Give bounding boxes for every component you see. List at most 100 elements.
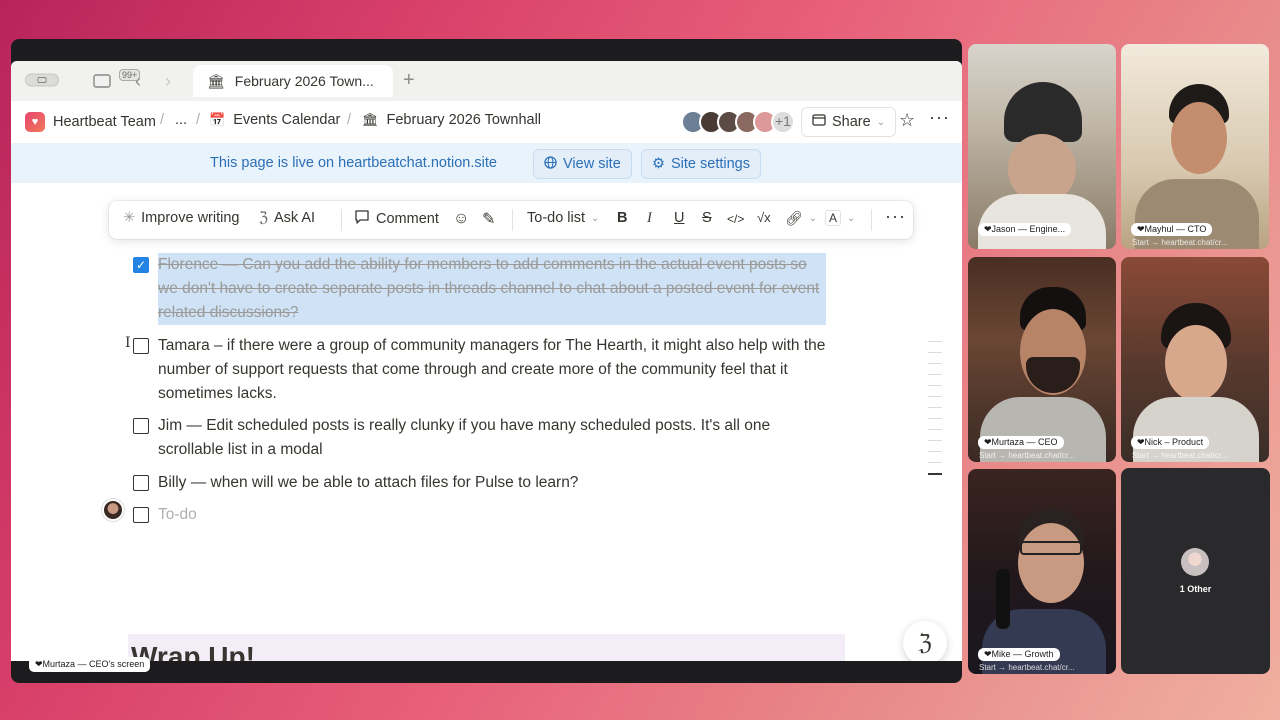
todo-placeholder[interactable]: To-do xyxy=(158,503,838,527)
view-site-button[interactable]: View site xyxy=(533,149,632,179)
tabs-overview-icon[interactable] xyxy=(93,72,115,91)
chevron-down-icon: ⌄ xyxy=(876,116,886,128)
tab-title: February 2026 Town... xyxy=(234,73,374,89)
todo-item[interactable]: ✓ Florence — Can you add the ability for… xyxy=(133,253,826,325)
todo-checkbox[interactable] xyxy=(133,507,149,523)
participant-name: ❤Murtaza — CEO xyxy=(978,436,1064,449)
todo-checkbox[interactable] xyxy=(133,475,149,491)
microphone-icon xyxy=(996,569,1010,629)
math-equation-button[interactable]: √x xyxy=(757,210,771,225)
participant-name: ❤Nick – Product xyxy=(1131,436,1210,449)
toolbar-divider xyxy=(341,209,342,231)
townhall-building-icon: 🏛 xyxy=(207,72,225,89)
new-tab-icon[interactable]: + xyxy=(403,69,415,92)
favorite-star-icon[interactable]: ☆ xyxy=(899,110,915,131)
notion-ai-button[interactable]: ℨ xyxy=(903,621,947,661)
chevron-down-icon: ⌄ xyxy=(808,213,818,224)
improve-writing-button[interactable]: ✳ Improve writing xyxy=(123,210,239,226)
participant-glasses xyxy=(1020,541,1082,555)
suggest-edit-icon[interactable]: ✎ xyxy=(482,209,495,229)
text-format-toolbar: ✳ Improve writing ℨ Ask AI Comment ☺ ✎ T… xyxy=(109,201,913,239)
workspace-name: Heartbeat Team xyxy=(53,114,156,130)
text-color-button[interactable]: A ⌄ xyxy=(825,210,855,226)
forward-arrow-icon[interactable]: › xyxy=(165,71,171,92)
todo-text[interactable]: Tamara – if there were a group of commun… xyxy=(158,334,838,406)
link-button[interactable]: 🔗︎ ⌄ xyxy=(785,210,817,227)
townhall-building-icon: 🏛 xyxy=(362,112,379,127)
todo-text[interactable]: Florence — Can you add the ability for m… xyxy=(158,253,826,325)
more-options-icon[interactable]: ··· xyxy=(929,107,950,128)
code-button[interactable]: </> xyxy=(727,212,744,226)
ask-ai-button[interactable]: ℨ Ask AI xyxy=(259,210,315,226)
heartbeat-logo-icon: ♥ xyxy=(25,112,45,132)
strikethrough-button[interactable]: S xyxy=(702,210,712,226)
others-tile[interactable]: 1 Other xyxy=(1121,468,1270,674)
italic-button[interactable]: I xyxy=(647,210,652,227)
underline-button[interactable]: U xyxy=(674,210,684,226)
breadcrumb-separator: / xyxy=(160,112,165,128)
browser-tab-bar: 99+ ‹ › 🏛 February 2026 Town... + xyxy=(11,61,962,101)
participant-status: Start → heartbeat.chat/cr... xyxy=(979,663,1075,672)
active-tab[interactable]: 🏛 February 2026 Town... xyxy=(193,65,393,97)
todo-text[interactable]: Billy — when will we be able to attach f… xyxy=(158,471,838,495)
shared-screen-window: 99+ ‹ › 🏛 February 2026 Town... + ♥ Hear… xyxy=(11,39,962,683)
participant-tile-murtaza[interactable]: ❤Murtaza — CEO Start → heartbeat.chat/cr… xyxy=(968,257,1116,462)
todo-item[interactable]: Tamara – if there were a group of commun… xyxy=(133,334,838,406)
more-options-icon[interactable]: ··· xyxy=(885,206,906,227)
todo-text[interactable]: Jim — Edit scheduled posts is really clu… xyxy=(158,414,838,462)
section-heading: Wrap Up! xyxy=(131,641,255,661)
comment-button[interactable]: Comment xyxy=(354,210,439,228)
share-window-icon xyxy=(812,114,826,130)
breadcrumb-ellipsis[interactable]: ... xyxy=(175,112,187,128)
breadcrumb-separator: / xyxy=(347,112,352,128)
todo-item[interactable]: Jim — Edit scheduled posts is really clu… xyxy=(133,414,838,462)
breadcrumb-current-label: February 2026 Townhall xyxy=(386,112,542,128)
page-outline-marks[interactable] xyxy=(928,341,944,485)
link-icon: 🔗︎ xyxy=(785,210,803,226)
participant-tile-jason[interactable]: ❤Jason — Engine... xyxy=(968,44,1116,249)
avatar xyxy=(1181,548,1209,576)
ai-face-icon: ℨ xyxy=(918,630,932,656)
share-label: Share xyxy=(832,114,871,130)
share-button[interactable]: Share ⌄ xyxy=(801,107,897,137)
participant-face xyxy=(1171,102,1227,174)
chevron-down-icon: ⌄ xyxy=(591,212,600,224)
emoji-reaction-icon[interactable]: ☺ xyxy=(453,210,469,228)
block-type-label: To-do list xyxy=(527,210,586,226)
participant-body xyxy=(978,194,1106,249)
gear-icon: ⚙ xyxy=(652,156,665,172)
toolbar-divider xyxy=(871,209,872,231)
calendar-icon: 📅 xyxy=(209,112,226,127)
toolbar-divider xyxy=(512,209,513,231)
todo-checkbox[interactable] xyxy=(133,418,149,434)
notion-app: 99+ ‹ › 🏛 February 2026 Town... + ♥ Hear… xyxy=(11,61,962,661)
breadcrumb-current-page[interactable]: 🏛 February 2026 Townhall xyxy=(362,112,541,128)
avatar xyxy=(102,499,124,521)
view-site-label: View site xyxy=(563,156,621,172)
participant-tile-mike[interactable]: ❤Mike — Growth Start → heartbeat.chat/cr… xyxy=(968,469,1116,674)
todo-item[interactable]: To-do xyxy=(133,503,838,527)
site-settings-button[interactable]: ⚙ Site settings xyxy=(641,149,761,179)
participant-face xyxy=(1018,523,1084,603)
others-count-label: 1 Other xyxy=(1179,584,1212,594)
page-topbar: ♥ Heartbeat Team / ... / 📅 Events Calend… xyxy=(11,101,962,143)
participant-status: Start → heartbeat.chat/cr... xyxy=(1132,451,1228,460)
site-settings-label: Site settings xyxy=(671,156,750,172)
participant-tile-nick[interactable]: ❤Nick – Product Start → heartbeat.chat/c… xyxy=(1121,257,1269,462)
breadcrumb-workspace[interactable]: ♥ Heartbeat Team xyxy=(25,112,156,132)
block-type-dropdown[interactable]: To-do list ⌄ xyxy=(527,210,599,226)
todo-checkbox-checked[interactable]: ✓ xyxy=(133,257,149,273)
todo-item[interactable]: Billy — when will we be able to attach f… xyxy=(133,471,838,495)
back-arrow-icon[interactable]: ‹ xyxy=(135,71,141,92)
todo-checkbox[interactable] xyxy=(133,338,149,354)
text-color-label: A xyxy=(825,210,842,226)
extra-viewers-count: +1 xyxy=(775,113,791,129)
breadcrumb-parent-label: Events Calendar xyxy=(233,112,341,128)
chevron-down-icon: ⌄ xyxy=(847,212,856,224)
participant-tile-mayhul[interactable]: ❤Mayhul — CTO Start → heartbeat.chat/cr.… xyxy=(1121,44,1269,249)
sidebar-toggle-icon[interactable] xyxy=(25,73,59,90)
sparkle-icon: ✳ xyxy=(123,210,136,226)
breadcrumb-events-calendar[interactable]: 📅 Events Calendar xyxy=(209,112,340,128)
bold-button[interactable]: B xyxy=(617,210,627,226)
participant-face xyxy=(1165,325,1227,401)
